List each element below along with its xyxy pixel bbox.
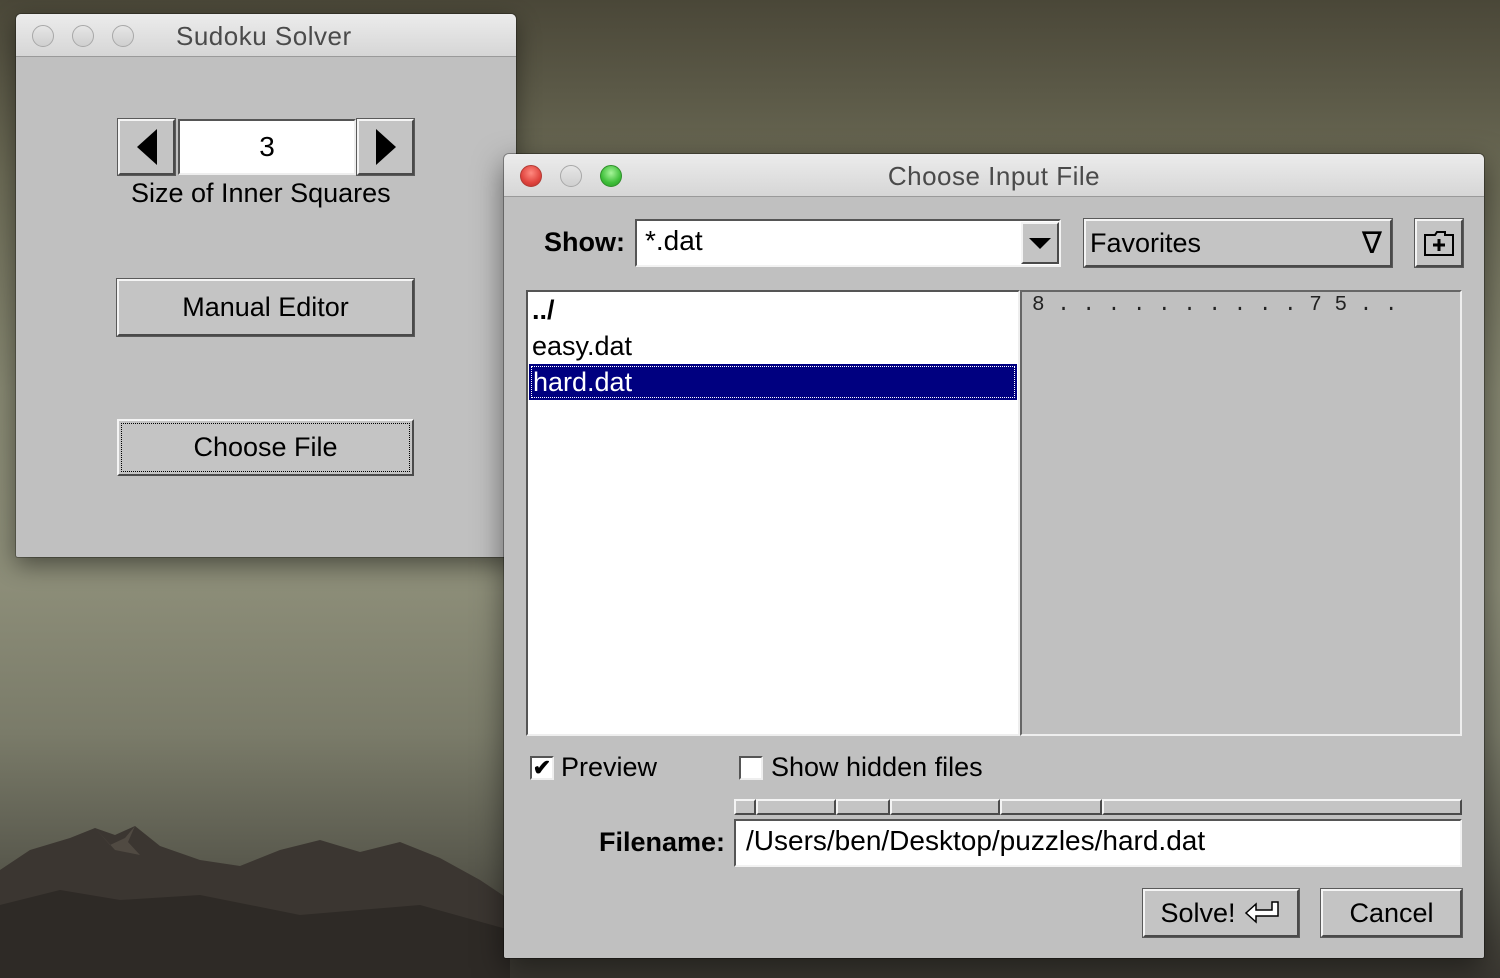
path-segment[interactable]: [836, 799, 890, 815]
show-filter-label: Show:: [544, 227, 625, 257]
inner-square-size-field[interactable]: 3: [178, 119, 356, 175]
cancel-button[interactable]: Cancel: [1320, 888, 1463, 938]
favorites-menu-button[interactable]: Favorites ∇: [1083, 218, 1393, 268]
solve-button[interactable]: Solve!: [1142, 888, 1300, 938]
new-folder-icon: [1424, 231, 1454, 256]
chevron-down-icon: [1029, 237, 1051, 249]
solver-window-title: Sudoku Solver: [176, 21, 352, 51]
file-preview-pane: 8 . . . . . . . . . . 7 5 . .: [1020, 290, 1462, 736]
path-segment[interactable]: [1102, 799, 1462, 815]
choose-input-file-dialog: Choose Input File Show: *.dat Favorites …: [504, 154, 1484, 958]
path-segment[interactable]: [756, 799, 836, 815]
filename-input[interactable]: /Users/ben/Desktop/puzzles/hard.dat: [734, 819, 1462, 867]
path-segment[interactable]: [734, 799, 756, 815]
increment-size-button[interactable]: [356, 118, 415, 176]
manual-editor-button[interactable]: Manual Editor: [116, 278, 415, 337]
file-type-filter-value: *.dat: [645, 225, 703, 256]
dialog-title: Choose Input File: [887, 161, 1101, 191]
preview-checkbox[interactable]: ✔: [530, 756, 554, 780]
left-arrow-icon: [136, 129, 157, 165]
path-segment[interactable]: [890, 799, 1000, 815]
sudoku-solver-window: Sudoku Solver 3 Size of Inner Squares Ma…: [16, 14, 516, 557]
solver-titlebar: Sudoku Solver: [16, 14, 516, 57]
list-item-selected[interactable]: hard.dat: [529, 364, 1017, 400]
list-item[interactable]: ../: [528, 292, 1018, 328]
path-segment-bar: [734, 799, 1462, 815]
list-item[interactable]: easy.dat: [528, 328, 1018, 364]
favorites-dropdown-icon: ∇: [1361, 226, 1382, 260]
filename-label: Filename:: [599, 827, 726, 857]
preview-checkbox-label: Preview: [561, 752, 658, 782]
new-folder-button[interactable]: [1414, 218, 1464, 268]
file-list[interactable]: ../ easy.dat hard.dat: [526, 290, 1020, 736]
favorites-label: Favorites: [1090, 227, 1202, 258]
inner-square-size-label: Size of Inner Squares: [131, 178, 391, 208]
solve-button-label: Solve!: [1160, 897, 1236, 928]
dialog-titlebar: Choose Input File: [504, 154, 1484, 197]
choose-file-button[interactable]: Choose File: [117, 419, 414, 476]
decrement-size-button[interactable]: [117, 118, 176, 176]
return-arrow-icon: [1244, 901, 1279, 924]
show-hidden-files-label: Show hidden files: [771, 752, 983, 782]
filter-dropdown-button[interactable]: [1021, 222, 1059, 264]
right-arrow-icon: [375, 129, 396, 165]
path-segment[interactable]: [1000, 799, 1102, 815]
show-hidden-files-checkbox[interactable]: [739, 756, 763, 780]
file-type-filter-combo[interactable]: *.dat: [635, 219, 1061, 267]
